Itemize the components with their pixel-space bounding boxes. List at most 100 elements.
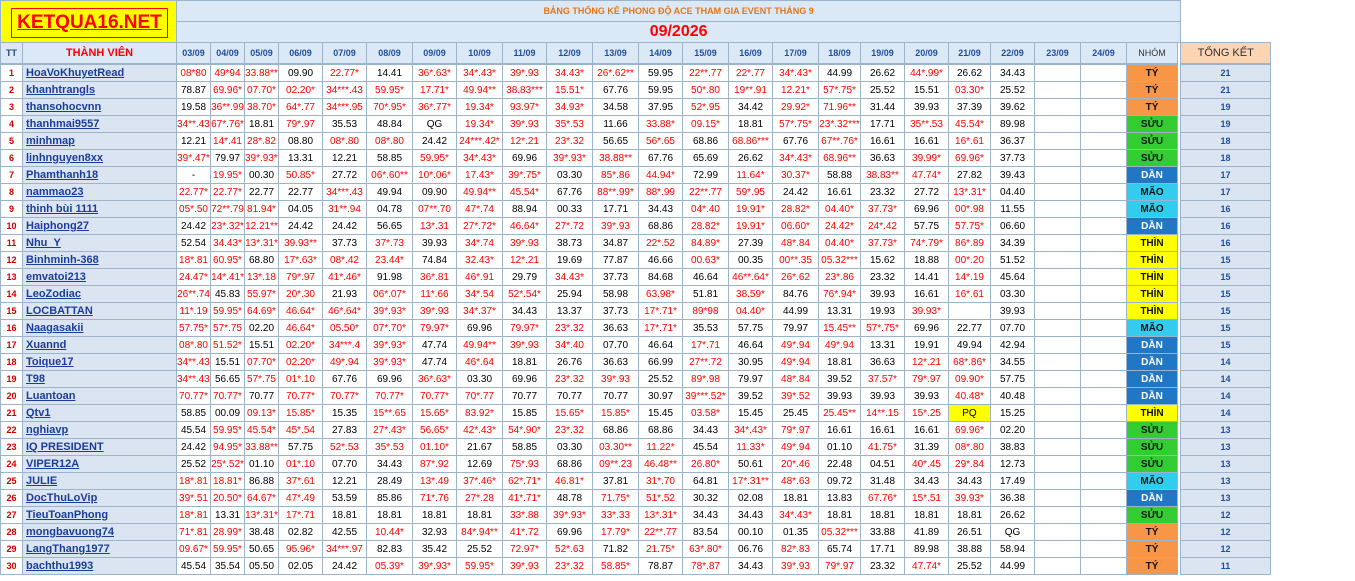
score-cell: 39.93	[990, 302, 1035, 320]
member-name-link[interactable]: Luantoan	[22, 387, 177, 405]
member-name-link[interactable]: mongbavuong74	[22, 523, 177, 541]
member-name-link[interactable]: minhmap	[22, 132, 177, 150]
score-cell: 00.09	[210, 404, 245, 422]
member-name-link[interactable]: Haiphong27	[22, 217, 177, 235]
member-name-link[interactable]: nghiavp	[22, 421, 177, 439]
member-name-link[interactable]: thansohocvnn	[22, 98, 177, 116]
score-cell: 04.51	[860, 455, 905, 473]
score-cell: 58.85	[366, 149, 413, 167]
score-cell: 52*.53	[322, 438, 367, 456]
score-cell: 38.73	[546, 234, 593, 252]
score-cell: 24.42*	[818, 217, 861, 235]
score-cell: 38.83***	[502, 81, 547, 99]
score-cell: 16.61	[860, 132, 905, 150]
score-cell: 46.81*	[546, 472, 593, 490]
score-cell: 00.33	[546, 200, 593, 218]
total-score: 13	[1180, 489, 1271, 507]
score-cell	[1080, 132, 1127, 150]
score-cell: 19.34*	[456, 98, 503, 116]
score-cell	[1034, 557, 1081, 575]
score-cell: 84.76	[772, 285, 819, 303]
member-name-link[interactable]: LOCBATTAN	[22, 302, 177, 320]
member-name-link[interactable]: DocThuLoVip	[22, 489, 177, 507]
score-cell: 28.82*	[772, 200, 819, 218]
score-cell: 37.73	[322, 234, 367, 252]
score-cell: 22.77	[948, 319, 991, 337]
score-cell: 00.35	[728, 251, 773, 269]
member-table: 1 HoaVoKhuyetRead 08*80 49*94 33.88** 09.90 22…	[0, 64, 1271, 575]
column-header-member: THÀNH VIÊN	[22, 42, 177, 64]
score-cell: 26.76	[546, 353, 593, 371]
score-cell: 39.93	[860, 387, 905, 405]
score-cell: 04.40*	[818, 200, 861, 218]
member-name-link[interactable]: khanhtrangls	[22, 81, 177, 99]
score-cell: 57.75*	[176, 319, 211, 337]
score-cell: 62*.71*	[502, 472, 547, 490]
member-name-link[interactable]: Phamthanh18	[22, 166, 177, 184]
score-cell: 59.95*	[366, 81, 413, 99]
score-cell	[1034, 217, 1081, 235]
score-cell: 37.73*	[860, 200, 905, 218]
score-cell: 15*.25	[904, 404, 949, 422]
score-cell: 30.97	[638, 387, 683, 405]
member-name-link[interactable]: Qtv1	[22, 404, 177, 422]
column-header-date: 12/09	[546, 42, 593, 64]
score-cell: 51.81	[682, 285, 729, 303]
member-name-link[interactable]: JULIE	[22, 472, 177, 490]
member-name-link[interactable]: TieuToanPhong	[22, 506, 177, 524]
member-name-link[interactable]: emvatoi213	[22, 268, 177, 286]
score-cell: 17.49	[990, 472, 1035, 490]
score-cell: 15**.65	[366, 404, 413, 422]
group-badge: TÝ	[1126, 523, 1178, 541]
score-cell: 50.61	[728, 455, 773, 473]
score-cell: 12*.21	[904, 353, 949, 371]
table-row: 24 VIPER12A 25.52 25*.52* 01.10 01*.10 07.70 34…	[0, 455, 1271, 473]
score-cell	[1080, 268, 1127, 286]
row-number: 4	[0, 115, 23, 133]
score-cell: 39*.75*	[502, 166, 547, 184]
member-name-link[interactable]: bachthu1993	[22, 557, 177, 575]
score-cell: 15.62	[860, 251, 905, 269]
score-cell: 21.93	[322, 285, 367, 303]
score-cell: 30.95	[728, 353, 773, 371]
member-name-link[interactable]: T98	[22, 370, 177, 388]
score-cell: 39*.93	[592, 370, 639, 388]
member-name-link[interactable]: Nhu_Y	[22, 234, 177, 252]
member-name-link[interactable]: Xuannd	[22, 336, 177, 354]
total-score: 14	[1180, 404, 1271, 422]
site-logo[interactable]: KETQUA16.NET	[12, 12, 167, 34]
member-name-link[interactable]: Naagasakii	[22, 319, 177, 337]
score-cell: 69.96*	[948, 421, 991, 439]
table-row: 5 minhmap 12.21 14*.41 28*.82 08.80 08*.80 08*.…	[0, 132, 1271, 150]
member-name-link[interactable]: Toique17	[22, 353, 177, 371]
row-number: 9	[0, 200, 23, 218]
score-cell: 44.99	[772, 302, 819, 320]
member-name-link[interactable]: thanhmai9557	[22, 115, 177, 133]
score-cell: 71.75*	[592, 489, 639, 507]
member-name-link[interactable]: LeoZodiac	[22, 285, 177, 303]
score-cell: 59.95*	[210, 302, 245, 320]
score-cell: 39*.93*	[412, 557, 457, 575]
score-cell: 27*.72	[546, 217, 593, 235]
score-cell: 38.83	[990, 438, 1035, 456]
member-name-link[interactable]: thinh bùi 1111	[22, 200, 177, 218]
member-name-link[interactable]: Binhminh-368	[22, 251, 177, 269]
score-cell: 06.60*	[772, 217, 819, 235]
row-number: 22	[0, 421, 23, 439]
member-name-link[interactable]: nammao23	[22, 183, 177, 201]
member-name-link[interactable]: VIPER12A	[22, 455, 177, 473]
score-cell: 10*.06*	[412, 166, 457, 184]
score-cell: 67**.76*	[818, 132, 861, 150]
score-cell: 70.77*	[210, 387, 245, 405]
score-cell: 18.81	[412, 506, 457, 524]
member-name-link[interactable]: IQ PRESIDENT	[22, 438, 177, 456]
member-name-link[interactable]: LangThang1977	[22, 540, 177, 558]
score-cell: 34.43	[948, 472, 991, 490]
member-name-link[interactable]: HoaVoKhuyetRead	[22, 64, 177, 82]
score-cell: 47.74	[412, 336, 457, 354]
total-score: 17	[1180, 166, 1271, 184]
member-name-link[interactable]: linhnguyen8xx	[22, 149, 177, 167]
score-cell	[1080, 370, 1127, 388]
score-cell: 79.97	[772, 319, 819, 337]
score-cell	[1080, 472, 1127, 490]
